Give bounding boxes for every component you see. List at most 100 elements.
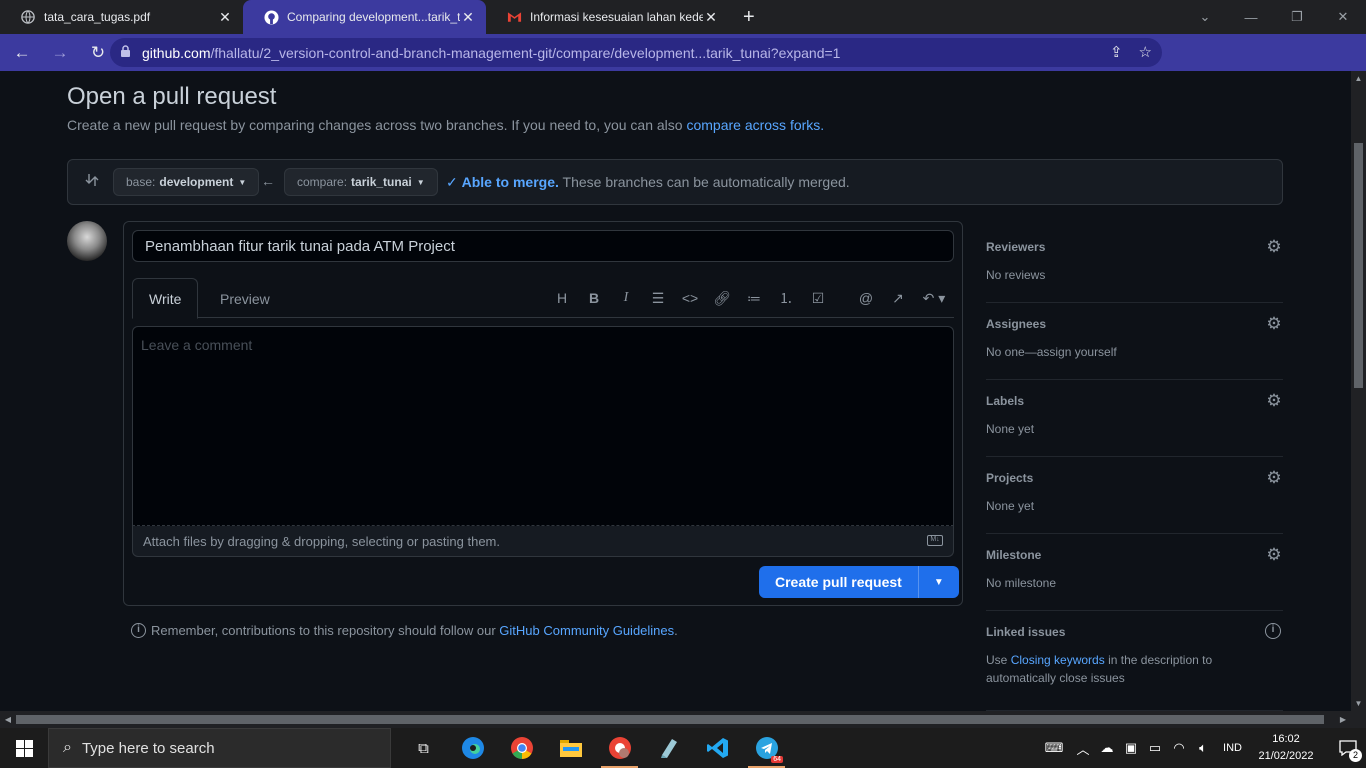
taskbar-search-box[interactable]: ⌕ Type here to search (48, 728, 391, 768)
close-tab-icon[interactable]: ✕ (703, 9, 719, 26)
browser-toolbar: ← → ↻ github.com/fhallatu/2_version-cont… (0, 34, 1366, 93)
avatar[interactable] (67, 221, 107, 261)
github-icon (263, 9, 279, 25)
compare-branch-select[interactable]: compare: tarik_tunai ▼ (284, 168, 438, 196)
tab-search-icon[interactable]: ⌄ (1182, 0, 1228, 34)
horizontal-scroll-thumb[interactable] (16, 715, 1324, 724)
search-placeholder: Type here to search (81, 739, 215, 757)
projects-value: None yet (986, 499, 1035, 513)
pr-title-input[interactable] (132, 230, 954, 262)
meet-now-icon[interactable]: ▣ (1119, 740, 1143, 756)
gear-icon[interactable]: ⚙ (1265, 545, 1283, 564)
cross-reference-icon[interactable]: ↗ (882, 284, 914, 312)
gear-icon[interactable]: ⚙ (1265, 314, 1283, 333)
unordered-list-icon[interactable]: ≔ (738, 284, 770, 312)
assignees-value[interactable]: No one—assign yourself (986, 343, 1117, 361)
projects-label: Projects (986, 471, 1034, 485)
file-explorer-icon[interactable] (546, 728, 595, 768)
link-icon[interactable]: 🔗︎ (706, 284, 738, 312)
back-icon[interactable]: ← (6, 37, 38, 69)
scroll-up-icon[interactable]: ▲ (1351, 71, 1366, 86)
chevron-down-icon[interactable]: ▼ (919, 577, 959, 588)
heading-icon[interactable]: H (546, 284, 578, 312)
community-guidelines-link[interactable]: GitHub Community Guidelines (499, 623, 674, 638)
telegram-badge: 64 (771, 756, 783, 763)
restore-icon[interactable]: ❐ (1274, 0, 1320, 34)
info-icon[interactable]: i (1265, 623, 1281, 639)
closing-keywords-link[interactable]: Closing keywords (1011, 653, 1105, 667)
gear-icon[interactable]: ⚙ (1265, 468, 1283, 487)
compare-prefix: compare: (297, 175, 348, 189)
task-list-icon[interactable]: ☑ (802, 284, 834, 312)
check-icon: ✓ (446, 174, 458, 190)
base-branch-name: development (159, 175, 234, 189)
scroll-right-icon[interactable]: ▶ (1335, 711, 1351, 728)
vertical-scroll-thumb[interactable] (1354, 143, 1363, 388)
community-guidelines-note: i Remember, contributions to this reposi… (131, 623, 678, 638)
scroll-down-icon[interactable]: ▼ (1351, 696, 1366, 711)
onedrive-icon[interactable]: ☁ (1095, 740, 1119, 756)
horizontal-scrollbar[interactable]: ◀ ▶ (0, 711, 1351, 728)
notification-center-icon[interactable]: 2 (1330, 728, 1366, 768)
minimize-icon[interactable]: — (1228, 0, 1274, 34)
italic-icon[interactable]: I (610, 284, 642, 312)
gear-icon[interactable]: ⚙ (1265, 237, 1283, 256)
vscode-icon[interactable] (693, 728, 742, 768)
close-window-icon[interactable]: ✕ (1320, 0, 1366, 34)
share-icon[interactable]: ⇪ (1110, 43, 1123, 61)
task-view-icon[interactable]: ⧉ (399, 728, 448, 768)
gear-icon[interactable]: ⚙ (1265, 391, 1283, 410)
bookmark-star-icon[interactable]: ☆ (1139, 43, 1152, 61)
clock[interactable]: 16:02 21/02/2022 (1250, 731, 1322, 765)
browser-tab-github[interactable]: Comparing development...tarik_tunai ✕ (243, 0, 486, 34)
sidebar-labels: Labels None yet ⚙ (986, 380, 1283, 457)
notepad-icon[interactable] (644, 728, 693, 768)
url-text: github.com/fhallatu/2_version-control-an… (142, 45, 840, 61)
create-pull-request-button[interactable]: Create pull request ▼ (759, 566, 959, 598)
branch-range-bar: base: development ▼ ← compare: tarik_tunai ▼… (67, 159, 1283, 205)
reply-icon[interactable]: ↶ ▾ (914, 284, 954, 312)
chrome-icon[interactable] (497, 728, 546, 768)
language-indicator[interactable]: IND (1223, 742, 1242, 754)
mention-icon[interactable]: @ (850, 284, 882, 312)
close-tab-icon[interactable]: ✕ (460, 9, 476, 26)
attach-files-bar[interactable]: Attach files by dragging & dropping, sel… (132, 526, 954, 557)
wifi-icon[interactable]: ◠ (1167, 740, 1191, 756)
close-tab-icon[interactable]: ✕ (217, 9, 233, 26)
volume-icon[interactable]: 🔈︎ (1191, 740, 1215, 756)
show-hidden-icons-icon[interactable]: ︿ (1071, 739, 1095, 758)
sidebar-milestone: Milestone No milestone ⚙ (986, 534, 1283, 611)
new-tab-icon[interactable]: + (743, 0, 755, 34)
window-controls: ⌄ — ❐ ✕ (1182, 0, 1366, 34)
sidebar-projects: Projects None yet ⚙ (986, 457, 1283, 534)
address-bar[interactable]: github.com/fhallatu/2_version-control-an… (110, 38, 1162, 67)
notification-count: 2 (1349, 749, 1362, 762)
attach-files-text: Attach files by dragging & dropping, sel… (143, 533, 500, 549)
comment-textarea[interactable]: Leave a comment (132, 326, 954, 526)
battery-icon[interactable]: ▭ (1143, 740, 1167, 756)
tab-preview[interactable]: Preview (204, 278, 286, 319)
vertical-scrollbar[interactable]: ▲ ▼ (1351, 71, 1366, 711)
browser-tab-pdf[interactable]: tata_cara_tugas.pdf ✕ (0, 0, 243, 34)
quote-icon[interactable]: ☰ (642, 284, 674, 312)
windows-start-icon[interactable] (0, 728, 48, 768)
create-pull-request-label[interactable]: Create pull request (759, 566, 919, 598)
compare-forks-link[interactable]: compare across forks. (686, 117, 824, 133)
note-end: . (674, 623, 678, 638)
forward-icon[interactable]: → (44, 37, 76, 69)
ordered-list-icon[interactable]: ⒈ (770, 284, 802, 312)
telegram-icon[interactable]: 64 (742, 728, 791, 768)
keyboard-icon[interactable]: ⌨ (1037, 740, 1071, 756)
browser-tab-gmail[interactable]: Informasi kesesuaian lahan kedelai ✕ (486, 0, 729, 34)
subtitle-text: Create a new pull request by comparing c… (67, 117, 683, 133)
base-branch-select[interactable]: base: development ▼ (113, 168, 260, 196)
chrome-profile-icon[interactable] (595, 728, 644, 768)
tab-write[interactable]: Write (132, 278, 199, 319)
labels-label: Labels (986, 394, 1025, 408)
code-icon[interactable]: <> (674, 284, 706, 312)
edge-icon[interactable] (448, 728, 497, 768)
pull-request-form: Write Preview H B I ☰ <> 🔗︎ ≔ ⒈ ☑ @ ↗ ↶ … (123, 221, 963, 606)
bold-icon[interactable]: B (578, 284, 610, 312)
scroll-left-icon[interactable]: ◀ (0, 711, 16, 728)
markdown-icon[interactable]: M↓ (927, 535, 943, 546)
